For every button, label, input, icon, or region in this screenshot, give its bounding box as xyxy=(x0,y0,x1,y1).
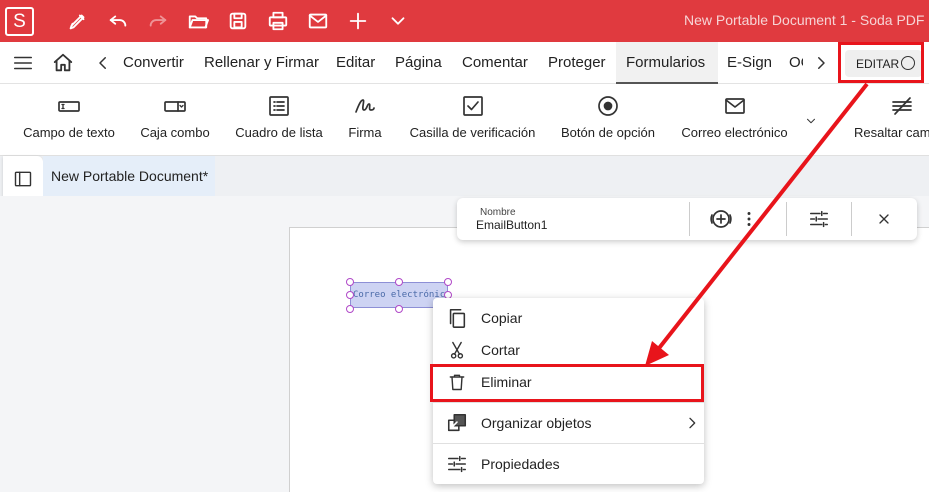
menu-item-label: Propiedades xyxy=(481,456,560,472)
resize-handle[interactable] xyxy=(395,305,403,313)
ribbon-email[interactable]: Correo electrónico xyxy=(676,84,793,156)
plus-icon[interactable] xyxy=(346,9,370,33)
ribbon-more-button[interactable] xyxy=(800,84,822,156)
tab-proteger[interactable]: Proteger xyxy=(548,54,606,71)
chevron-down-icon xyxy=(799,110,823,132)
add-action-icon[interactable] xyxy=(709,207,733,231)
chevron-down-icon[interactable] xyxy=(386,9,410,33)
properties-icon xyxy=(446,453,468,475)
chevron-right-icon[interactable] xyxy=(810,52,832,74)
menu-item-label: Copiar xyxy=(481,310,523,326)
menu-separator xyxy=(433,402,704,403)
radio-button-icon xyxy=(596,95,620,117)
resize-handle[interactable] xyxy=(346,305,354,313)
ribbon-checkbox[interactable]: Casilla de verificación xyxy=(405,84,540,156)
resize-handle[interactable] xyxy=(346,291,354,299)
app-logo: S xyxy=(5,7,34,36)
document-tab[interactable]: New Portable Document* xyxy=(43,156,215,196)
more-vertical-icon[interactable] xyxy=(743,207,755,231)
text-field-icon xyxy=(57,95,81,117)
resize-handle[interactable] xyxy=(346,278,354,286)
ribbon-label: Resaltar campos xyxy=(854,125,929,140)
ribbon-label: Firma xyxy=(348,125,382,140)
menu-item-arrange[interactable]: Organizar objetos xyxy=(433,408,704,438)
properties-sliders-icon[interactable] xyxy=(807,207,831,231)
toolbar-divider xyxy=(851,202,852,236)
checkbox-icon xyxy=(461,95,485,117)
toolbar-divider xyxy=(689,202,690,236)
menu-separator xyxy=(433,443,704,444)
print-icon[interactable] xyxy=(266,9,290,33)
menu-item-copy[interactable]: Copiar xyxy=(433,303,704,333)
resize-handle[interactable] xyxy=(395,278,403,286)
forms-ribbon: Campo de texto Caja combo Cuadro de list… xyxy=(0,84,929,156)
edit-toggle-highlight xyxy=(838,42,924,83)
window-title: New Portable Document 1 - Soda PDF xyxy=(684,12,925,28)
mail-icon[interactable] xyxy=(306,9,330,33)
ribbon-label: Casilla de verificación xyxy=(409,125,536,140)
combo-box-icon xyxy=(163,95,187,117)
undo-icon[interactable] xyxy=(106,9,130,33)
tab-formularios[interactable]: Formularios xyxy=(626,54,705,71)
resize-handle[interactable] xyxy=(444,278,452,286)
arrange-icon xyxy=(446,412,468,434)
highlight-fields-icon xyxy=(890,95,914,117)
ribbon-signature[interactable]: Firma xyxy=(343,84,387,156)
copy-icon xyxy=(446,307,468,329)
menu-item-label: Cortar xyxy=(481,342,520,358)
tab-editar[interactable]: Editar xyxy=(336,54,375,71)
tab-convertir[interactable]: Convertir xyxy=(123,54,184,71)
ribbon-label: Botón de opción xyxy=(561,125,655,140)
ribbon-label: Campo de texto xyxy=(23,125,115,140)
email-icon xyxy=(723,95,747,117)
signature-icon xyxy=(353,95,377,117)
ribbon-label: Correo electrónico xyxy=(681,125,788,140)
menu-bar: Convertir Rellenar y Firmar Editar Págin… xyxy=(0,42,929,84)
home-icon[interactable] xyxy=(52,52,74,74)
menu-item-cut[interactable]: Cortar xyxy=(433,335,704,365)
chevron-left-icon[interactable] xyxy=(92,52,114,74)
ribbon-highlight-fields[interactable]: Resaltar campos xyxy=(850,84,929,156)
save-icon[interactable] xyxy=(226,9,250,33)
toolbar-divider xyxy=(786,202,787,236)
delete-item-highlight xyxy=(430,364,704,402)
ribbon-combo-box[interactable]: Caja combo xyxy=(134,84,216,156)
chevron-right-icon xyxy=(681,412,703,434)
menu-item-label: Organizar objetos xyxy=(481,415,592,431)
pen-icon[interactable] xyxy=(66,9,90,33)
redo-icon[interactable] xyxy=(146,9,170,33)
tab-e-sign[interactable]: E-Sign xyxy=(727,54,772,71)
hamburger-menu-icon[interactable] xyxy=(12,52,34,74)
panel-toggle-icon[interactable] xyxy=(13,169,33,189)
ribbon-label: Cuadro de lista xyxy=(235,125,323,140)
scissors-icon xyxy=(446,339,468,361)
ribbon-radio-button[interactable]: Botón de opción xyxy=(558,84,658,156)
open-folder-icon[interactable] xyxy=(186,9,210,33)
ribbon-list-box[interactable]: Cuadro de lista xyxy=(230,84,328,156)
field-name-value[interactable]: EmailButton1 xyxy=(476,218,547,232)
ribbon-label: Caja combo xyxy=(140,125,210,140)
field-properties-toolbar: Nombre EmailButton1 xyxy=(457,198,917,240)
list-box-icon xyxy=(267,95,291,117)
title-bar: S New Portable Document 1 - Soda PDF xyxy=(0,0,929,42)
ribbon-text-field[interactable]: Campo de texto xyxy=(20,84,118,156)
tab-ocr[interactable]: OCR xyxy=(789,54,803,71)
field-name-caption: Nombre xyxy=(480,207,516,218)
close-icon[interactable] xyxy=(872,207,896,231)
tab-rellenar-y-firmar[interactable]: Rellenar y Firmar xyxy=(204,54,319,71)
menu-item-properties[interactable]: Propiedades xyxy=(433,449,704,479)
tab-comentar[interactable]: Comentar xyxy=(462,54,528,71)
tab-pagina[interactable]: Página xyxy=(395,54,442,71)
